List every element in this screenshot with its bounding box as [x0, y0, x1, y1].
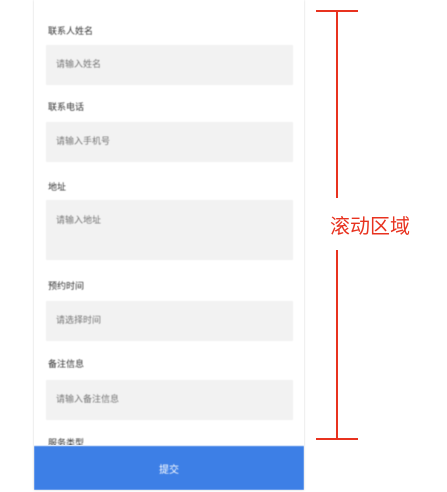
address-textarea[interactable] — [46, 200, 293, 260]
annotation-lower-line — [336, 250, 338, 438]
field-label-remark: 备注信息 — [48, 360, 85, 370]
field-label-address: 地址 — [48, 183, 67, 193]
field-label-phone: 联系电话 — [48, 103, 85, 113]
scroll-area[interactable]: 联系人姓名 联系电话 地址 预约时间 备注信息 服务类型 — [34, 0, 304, 445]
submit-button[interactable]: 提交 — [34, 446, 304, 490]
screenshot-stage: 联系人姓名 联系电话 地址 预约时间 备注信息 服务类型 提交 滚动区域 — [0, 0, 447, 492]
field-label-name: 联系人姓名 — [48, 27, 94, 37]
phone-input[interactable] — [46, 122, 293, 162]
phone-screen: 联系人姓名 联系电话 地址 预约时间 备注信息 服务类型 提交 — [34, 0, 304, 490]
field-label-partial: 服务类型 — [48, 439, 85, 445]
remark-input[interactable] — [46, 380, 293, 420]
annotation-bottom-tick — [316, 438, 358, 440]
annotation-label: 滚动区域 — [330, 214, 410, 238]
annotation-upper-line — [336, 11, 338, 198]
field-label-time: 预约时间 — [48, 282, 85, 292]
name-input[interactable] — [46, 45, 293, 85]
time-input[interactable] — [46, 301, 293, 341]
